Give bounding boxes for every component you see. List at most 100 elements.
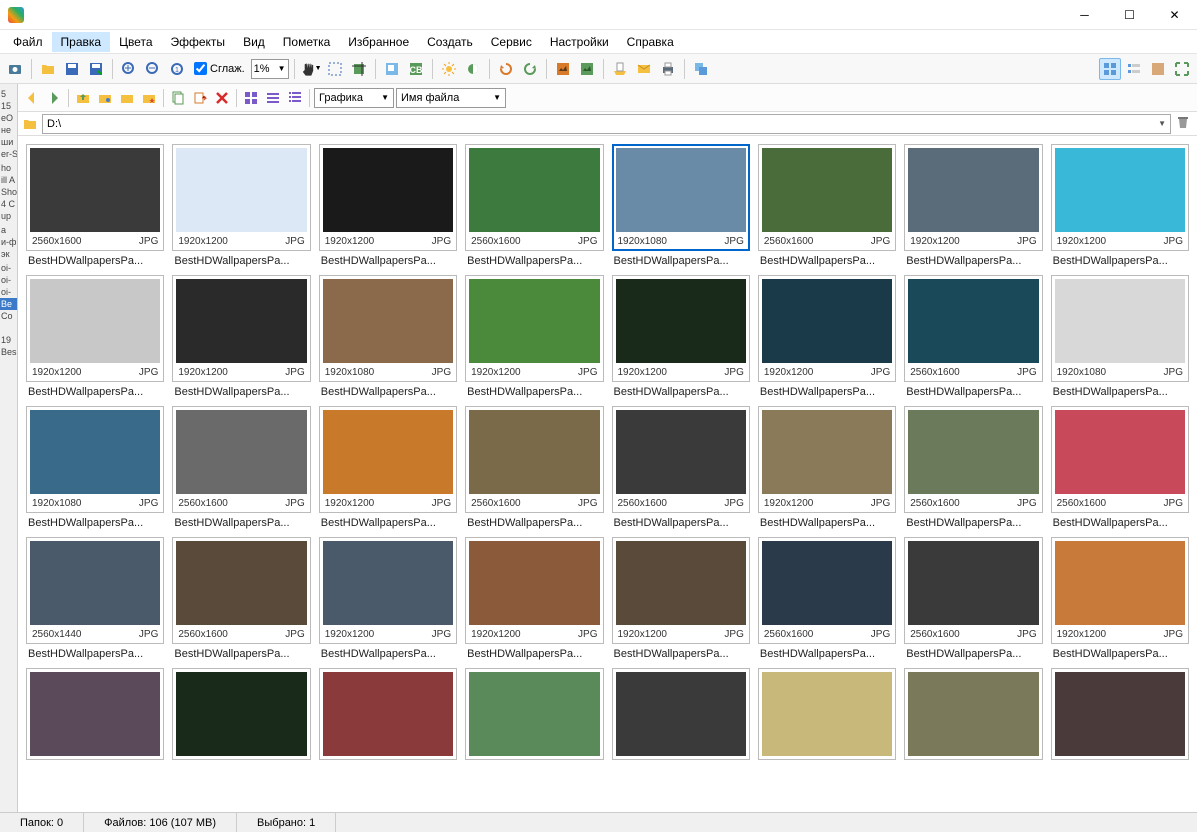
sort-combo[interactable]: Имя файла▼ (396, 88, 506, 108)
thumbnail-item[interactable]: 1920x1200JPGBestHDWallpapersPa... (465, 275, 603, 398)
single-view-icon[interactable] (1147, 58, 1169, 80)
thumbnail-item[interactable]: 2560x1600JPGBestHDWallpapersPa... (758, 144, 896, 267)
view-list-icon[interactable] (285, 88, 305, 108)
view-details-icon[interactable] (263, 88, 283, 108)
thumbnail-item[interactable]: 2560x1600JPGBestHDWallpapersPa... (1051, 406, 1189, 529)
thumbnail-item[interactable]: 2560x1600JPGBestHDWallpapersPa... (465, 406, 603, 529)
thumbnail-item[interactable] (172, 668, 310, 760)
thumbnail-item[interactable]: 1920x1200JPGBestHDWallpapersPa... (612, 275, 750, 398)
thumbnail-item[interactable]: 2560x1600JPGBestHDWallpapersPa... (904, 537, 1042, 660)
thumbnail-item[interactable]: 1920x1200JPGBestHDWallpapersPa... (758, 406, 896, 529)
trash-icon[interactable] (1175, 114, 1193, 133)
menu-item-3[interactable]: Эффекты (162, 32, 235, 52)
zoom-out-icon[interactable] (142, 58, 164, 80)
path-input[interactable]: D:\▼ (42, 114, 1171, 134)
menu-item-0[interactable]: Файл (4, 32, 52, 52)
contrast-icon[interactable] (462, 58, 484, 80)
menu-item-7[interactable]: Создать (418, 32, 482, 52)
zoom-combo[interactable]: 1%▼ (251, 59, 289, 79)
thumbnail-item[interactable]: 2560x1600JPGBestHDWallpapersPa... (465, 144, 603, 267)
thumbnail-item[interactable]: 1920x1200JPGBestHDWallpapersPa... (465, 537, 603, 660)
resize-icon[interactable] (381, 58, 403, 80)
menu-item-2[interactable]: Цвета (110, 32, 161, 52)
thumbnail-area[interactable]: 2560x1600JPGBestHDWallpapersPa...1920x12… (18, 136, 1197, 812)
maximize-button[interactable]: ☐ (1107, 0, 1152, 30)
thumbnail-item[interactable]: 1920x1200JPGBestHDWallpapersPa... (612, 537, 750, 660)
camera-icon[interactable] (4, 58, 26, 80)
thumbnail-item[interactable]: 1920x1200JPGBestHDWallpapersPa... (1051, 144, 1189, 267)
undo-icon[interactable] (495, 58, 517, 80)
thumbnail-item[interactable] (1051, 668, 1189, 760)
thumbnail-item[interactable] (612, 668, 750, 760)
menu-item-6[interactable]: Избранное (339, 32, 418, 52)
thumbnail-item[interactable]: 2560x1600JPGBestHDWallpapersPa... (904, 406, 1042, 529)
thumbnail-item[interactable]: 1920x1200JPGBestHDWallpapersPa... (319, 406, 457, 529)
thumbnail-item[interactable]: 1920x1200JPGBestHDWallpapersPa... (904, 144, 1042, 267)
menu-item-4[interactable]: Вид (234, 32, 274, 52)
new-folder-icon[interactable] (117, 88, 137, 108)
menu-item-8[interactable]: Сервис (482, 32, 541, 52)
menu-item-1[interactable]: Правка (52, 32, 111, 52)
redo-icon[interactable] (519, 58, 541, 80)
fullscreen-icon[interactable] (1171, 58, 1193, 80)
smooth-checkbox[interactable]: Сглаж. (194, 62, 245, 75)
zoom-fit-icon[interactable]: 1 (166, 58, 188, 80)
thumbnail-item[interactable] (904, 668, 1042, 760)
thumbnail-item[interactable]: 2560x1600JPGBestHDWallpapersPa... (612, 406, 750, 529)
back-icon[interactable] (22, 88, 42, 108)
scanner-icon[interactable] (609, 58, 631, 80)
thumbnail-item[interactable]: 1920x1200JPGBestHDWallpapersPa... (172, 275, 310, 398)
brightness-icon[interactable] (438, 58, 460, 80)
hand-icon[interactable]: ▼ (300, 58, 322, 80)
canvas-icon[interactable]: CB (405, 58, 427, 80)
thumbnail-item[interactable]: 1920x1080JPGBestHDWallpapersPa... (319, 275, 457, 398)
selection-icon[interactable] (324, 58, 346, 80)
filter-combo[interactable]: Графика▼ (314, 88, 394, 108)
thumbnail-item[interactable]: 2560x1600JPGBestHDWallpapersPa... (172, 406, 310, 529)
list-view-icon[interactable] (1123, 58, 1145, 80)
up-folder-icon[interactable] (73, 88, 93, 108)
thumbnail-item[interactable]: 2560x1600JPGBestHDWallpapersPa... (172, 537, 310, 660)
zoom-in-icon[interactable] (118, 58, 140, 80)
thumbnail-item[interactable]: 1920x1200JPGBestHDWallpapersPa... (319, 144, 457, 267)
thumbnail-item[interactable]: 2560x1600JPGBestHDWallpapersPa... (904, 275, 1042, 398)
copy-icon[interactable] (168, 88, 188, 108)
delete-icon[interactable] (212, 88, 232, 108)
menu-item-9[interactable]: Настройки (541, 32, 618, 52)
batch-icon[interactable] (690, 58, 712, 80)
thumbnail-item[interactable]: 1920x1080JPGBestHDWallpapersPa... (612, 144, 750, 267)
thumbnail-item[interactable]: 2560x1440JPGBestHDWallpapersPa... (26, 537, 164, 660)
thumbnail-item[interactable]: 1920x1080JPGBestHDWallpapersPa... (26, 406, 164, 529)
menu-item-10[interactable]: Справка (618, 32, 683, 52)
close-button[interactable]: ✕ (1152, 0, 1197, 30)
thumbnail-item[interactable]: 1920x1200JPGBestHDWallpapersPa... (26, 275, 164, 398)
minimize-button[interactable]: ─ (1062, 0, 1107, 30)
view-large-icon[interactable] (241, 88, 261, 108)
print-icon[interactable] (657, 58, 679, 80)
save-as-icon[interactable] (85, 58, 107, 80)
thumbnail-item[interactable]: 1920x1200JPGBestHDWallpapersPa... (319, 537, 457, 660)
open-icon[interactable] (37, 58, 59, 80)
move-icon[interactable] (190, 88, 210, 108)
image1-icon[interactable] (552, 58, 574, 80)
crop-icon[interactable] (348, 58, 370, 80)
save-icon[interactable] (61, 58, 83, 80)
image2-icon[interactable] (576, 58, 598, 80)
thumbnail-item[interactable] (465, 668, 603, 760)
thumbnail-item[interactable] (758, 668, 896, 760)
menu-item-5[interactable]: Пометка (274, 32, 340, 52)
thumbnail-item[interactable]: 1920x1200JPGBestHDWallpapersPa... (172, 144, 310, 267)
thumbnails-view-icon[interactable] (1099, 58, 1121, 80)
thumbnail-item[interactable]: 1920x1080JPGBestHDWallpapersPa... (1051, 275, 1189, 398)
left-strip-item: oi- (0, 286, 17, 298)
thumbnail-item[interactable]: 1920x1200JPGBestHDWallpapersPa... (758, 275, 896, 398)
thumbnail-item[interactable] (26, 668, 164, 760)
favorite-folder-icon[interactable] (139, 88, 159, 108)
home-icon[interactable] (95, 88, 115, 108)
thumbnail-item[interactable]: 2560x1600JPGBestHDWallpapersPa... (758, 537, 896, 660)
forward-icon[interactable] (44, 88, 64, 108)
thumbnail-item[interactable]: 2560x1600JPGBestHDWallpapersPa... (26, 144, 164, 267)
thumbnail-item[interactable]: 1920x1200JPGBestHDWallpapersPa... (1051, 537, 1189, 660)
thumbnail-item[interactable] (319, 668, 457, 760)
email-icon[interactable] (633, 58, 655, 80)
